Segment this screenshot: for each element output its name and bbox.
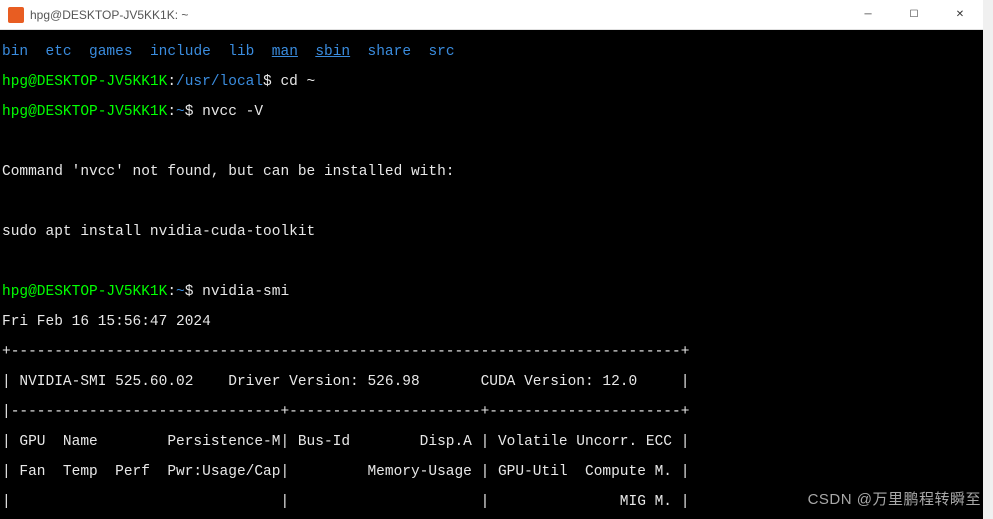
dir-entry: etc: [46, 44, 72, 60]
minimize-button[interactable]: ─: [845, 0, 891, 30]
dir-entry: games: [89, 44, 133, 60]
smi-col-header: | GPU Name Persistence-M| Bus-Id Disp.A …: [2, 435, 981, 450]
dir-entry: lib: [228, 44, 254, 60]
prompt-path: ~: [176, 104, 185, 120]
maximize-button[interactable]: ☐: [891, 0, 937, 30]
dir-entry: share: [368, 44, 412, 60]
close-button[interactable]: ✕: [937, 0, 983, 30]
smi-header: | NVIDIA-SMI 525.60.02 Driver Version: 5…: [2, 375, 981, 390]
timestamp: Fri Feb 16 15:56:47 2024: [2, 315, 981, 330]
smi-col-header: | Fan Temp Perf Pwr:Usage/Cap| Memory-Us…: [2, 465, 981, 480]
window-controls: ─ ☐ ✕: [845, 0, 983, 30]
dir-entry: src: [428, 44, 454, 60]
dir-entry: man: [272, 44, 298, 60]
smi-border: +---------------------------------------…: [2, 345, 981, 360]
command-text: nvcc -V: [202, 104, 263, 120]
watermark-text: CSDN @万里鹏程转瞬至: [808, 488, 981, 509]
install-hint: sudo apt install nvidia-cuda-toolkit: [2, 225, 981, 240]
window-titlebar[interactable]: hpg@DESKTOP-JV5KK1K: ~ ─ ☐ ✕: [0, 0, 983, 30]
dir-entry: bin: [2, 44, 28, 60]
prompt-path: ~: [176, 284, 185, 300]
app-icon: [8, 7, 24, 23]
window-title: hpg@DESKTOP-JV5KK1K: ~: [30, 8, 845, 22]
dir-entry: include: [150, 44, 211, 60]
prompt-path: /usr/local: [176, 74, 263, 90]
terminal-output[interactable]: bin etc games include lib man sbin share…: [0, 30, 983, 519]
dir-entry: sbin: [315, 44, 350, 60]
command-text: nvidia-smi: [202, 284, 289, 300]
smi-sep: |-------------------------------+-------…: [2, 405, 981, 420]
prompt-user: hpg@DESKTOP-JV5KK1K: [2, 284, 167, 300]
prompt-user: hpg@DESKTOP-JV5KK1K: [2, 104, 167, 120]
error-message: Command 'nvcc' not found, but can be ins…: [2, 165, 981, 180]
command-text: cd ~: [280, 74, 315, 90]
terminal-window: hpg@DESKTOP-JV5KK1K: ~ ─ ☐ ✕ bin etc gam…: [0, 0, 983, 519]
prompt-user: hpg@DESKTOP-JV5KK1K: [2, 74, 167, 90]
